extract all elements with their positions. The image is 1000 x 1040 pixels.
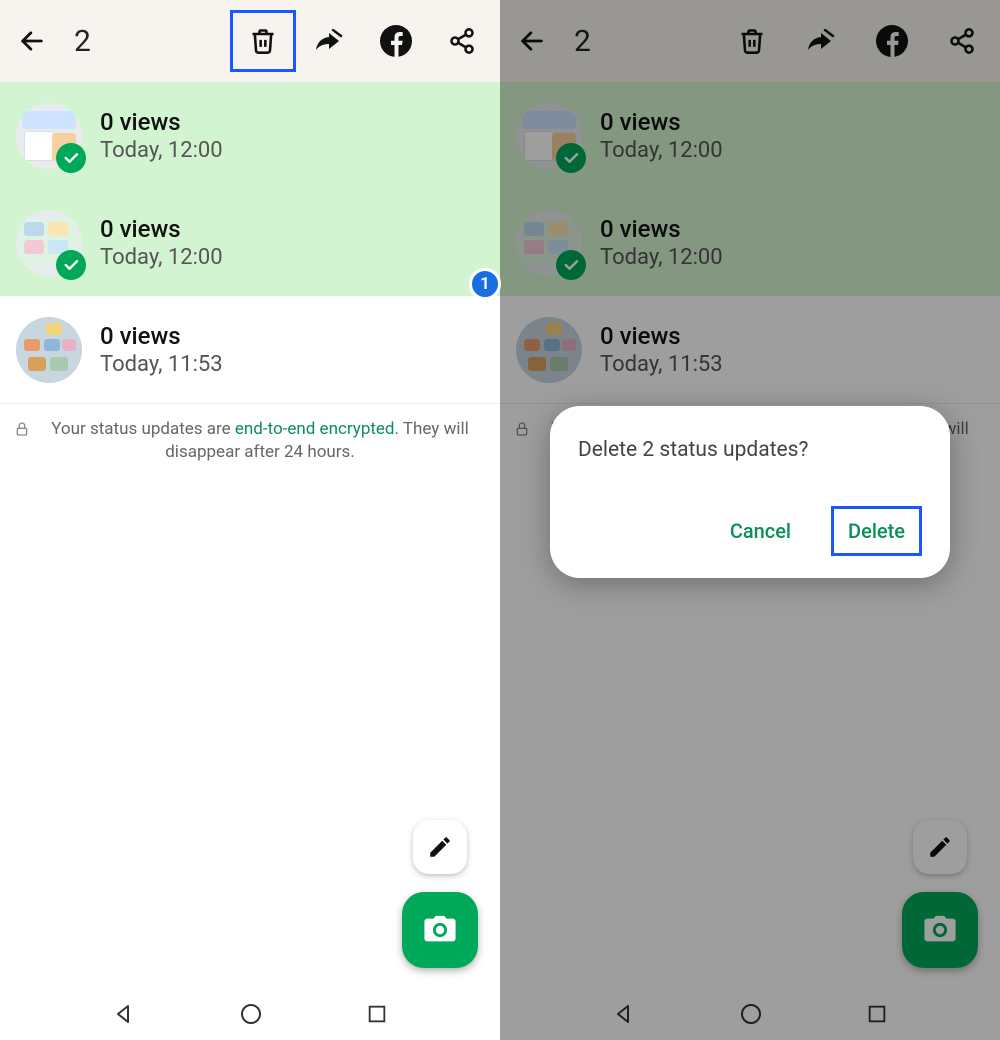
arrow-left-icon xyxy=(18,27,46,55)
screen-right: 2 xyxy=(500,0,1000,1040)
back-button[interactable] xyxy=(12,21,52,61)
status-item[interactable]: 0 views Today, 12:00 xyxy=(0,189,500,296)
nav-recent-button[interactable] xyxy=(366,1003,388,1025)
forward-icon xyxy=(315,29,345,53)
status-thumbnail xyxy=(16,317,82,383)
square-recent-icon xyxy=(366,1003,388,1025)
status-item[interactable]: 0 views Today, 11:53 xyxy=(0,296,500,403)
status-text: 0 views Today, 12:00 xyxy=(100,215,223,270)
status-time: Today, 11:53 xyxy=(100,352,223,377)
top-actions xyxy=(310,21,482,61)
forward-button[interactable] xyxy=(310,21,350,61)
pencil-icon xyxy=(427,834,453,860)
delete-button-highlight xyxy=(230,10,296,72)
status-text: 0 views Today, 11:53 xyxy=(100,322,223,377)
camera-fab[interactable] xyxy=(402,892,478,968)
status-time: Today, 12:00 xyxy=(100,245,223,270)
selection-count: 2 xyxy=(74,24,91,59)
delete-confirm-dialog: Delete 2 status updates? Cancel Delete xyxy=(550,406,950,578)
cancel-button[interactable]: Cancel xyxy=(718,511,803,551)
share-icon xyxy=(448,27,476,55)
triangle-back-icon xyxy=(112,1002,136,1026)
circle-home-icon xyxy=(239,1002,263,1026)
dialog-message: Delete 2 status updates? xyxy=(578,438,922,462)
fab-group xyxy=(402,820,478,968)
encryption-note-prefix: Your status updates are xyxy=(51,419,235,439)
status-thumbnail xyxy=(16,103,82,169)
check-icon xyxy=(56,250,86,280)
facebook-icon xyxy=(380,25,412,57)
screen-left: 2 xyxy=(0,0,500,1040)
trash-icon xyxy=(249,27,277,55)
step-badge: 1 xyxy=(469,268,501,300)
encryption-note-link[interactable]: end-to-end encrypted xyxy=(235,419,395,439)
facebook-share-button[interactable] xyxy=(376,21,416,61)
camera-icon xyxy=(423,915,457,945)
delete-button[interactable] xyxy=(243,21,283,61)
status-views: 0 views xyxy=(100,322,223,350)
system-nav-bar xyxy=(0,986,500,1040)
lock-icon xyxy=(14,420,30,438)
edit-fab[interactable] xyxy=(413,820,467,874)
top-bar: 2 xyxy=(0,0,500,82)
status-views: 0 views xyxy=(100,108,223,136)
check-icon xyxy=(56,143,86,173)
status-thumbnail xyxy=(16,210,82,276)
status-views: 0 views xyxy=(100,215,223,243)
nav-home-button[interactable] xyxy=(239,1002,263,1026)
nav-back-button[interactable] xyxy=(112,1002,136,1026)
delete-confirm-button[interactable]: Delete xyxy=(831,506,922,556)
status-list: 0 views Today, 12:00 0 views Today, xyxy=(0,82,500,403)
status-text: 0 views Today, 12:00 xyxy=(100,108,223,163)
encryption-note: Your status updates are end-to-end encry… xyxy=(0,403,500,478)
status-time: Today, 12:00 xyxy=(100,138,223,163)
share-button[interactable] xyxy=(442,21,482,61)
status-item[interactable]: 0 views Today, 12:00 xyxy=(0,82,500,189)
